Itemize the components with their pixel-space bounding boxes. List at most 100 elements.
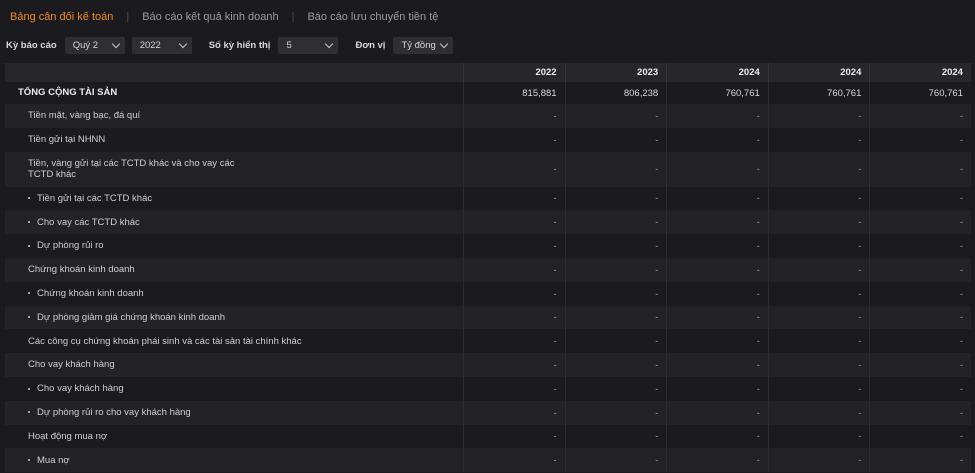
value-cell: - [463,400,565,425]
table-row: Dự phòng rủi ro - - - - - [5,234,971,258]
unit-value: Tỷ đồng [401,40,436,51]
row-label-text: Dự phòng giảm giá chứng khoán kinh doanh [37,311,226,323]
table-row: Cho vay khách hàng - - - - - [5,376,971,401]
value-cell: - [767,376,870,401]
table-row: Chứng khoán kinh doanh - - - - - [5,257,971,282]
value-cell: - [869,281,971,306]
table-row: Tiền mặt, vàng bạc, đá quí - - - - - [5,104,971,128]
value-cell: - [666,424,768,449]
value-cell: - [463,127,565,152]
year-header: 2022 [463,63,565,82]
table-row: Hoạt động mua nợ - - - - - [5,424,971,449]
value-cell: - [767,353,870,377]
period-count-select[interactable]: 5 [278,37,339,54]
value-cell: - [869,448,971,473]
chevron-down-icon [111,39,120,49]
bullet-icon [28,244,30,247]
value-cell: - [767,329,870,354]
value-cell: - [869,151,971,187]
row-label: Tiền gửi tại NHNN [28,133,106,145]
value-cell: - [869,424,971,449]
row-label: Mua nợ [5,455,463,467]
value-cell: - [869,329,971,354]
value-cell: - [463,281,565,306]
value-cell: - [564,305,667,330]
tab-separator: | [291,11,295,23]
value-cell: - [666,234,768,258]
value-cell: - [869,234,971,258]
value-cell: - [564,424,667,449]
value-cell: - [666,305,768,330]
value-cell: - [564,104,667,128]
table-row: Dự phòng rủi ro cho vay khách hàng - - -… [5,400,971,425]
tab-income-statement[interactable]: Báo cáo kết quả kinh doanh [142,11,278,23]
row-label: Tiền mặt, vàng bạc, đá quí [28,110,141,122]
value-cell: - [463,186,565,211]
table-row: Dự phòng giảm giá chứng khoán kinh doanh… [5,305,971,330]
value-cell: - [666,127,768,152]
unit-select[interactable]: Tỷ đồng [393,37,454,54]
table-row: Cho vay các TCTD khác - - - - - [5,210,971,235]
row-label-text: Mua nợ [37,454,70,466]
value-cell: - [666,329,768,354]
value-cell: - [869,257,971,282]
value-cell: - [463,329,565,354]
value-cell: - [869,376,971,401]
value-cell: - [869,400,971,425]
value-cell: - [463,151,565,187]
value-cell: - [666,151,768,187]
row-label: Chứng khoán kinh doanh [28,264,135,276]
value-cell: - [564,234,667,258]
value-cell: - [869,305,971,330]
balance-sheet-table: 2022 2023 2024 2024 2024 TỔNG CỘNG TÀI S… [5,63,971,473]
row-label: Tiền gửi tại các TCTD khác [5,193,463,205]
row-label: TỔNG CỘNG TÀI SẢN [18,87,118,99]
value-cell: - [564,329,667,354]
table-row: Tiền gửi tại các TCTD khác - - - - - [5,186,971,211]
table-row: Các công cụ chứng khoán phái sinh và các… [5,329,971,354]
row-label-text: Dự phòng rủi ro cho vay khách hàng [37,406,191,418]
bullet-icon [28,387,30,390]
value-cell: - [869,210,971,235]
quarter-select[interactable]: Quý 2 [64,37,125,54]
row-label-line: Tiền, vàng gửi tại các TCTD khác và cho … [28,157,235,169]
year-header: 2024 [869,63,971,82]
report-tabs: Bảng cân đối kế toán | Báo cáo kết quả k… [10,9,438,25]
value-cell: - [767,127,870,152]
value-cell: - [564,353,667,377]
row-label: Dự phòng rủi ro [5,240,463,252]
quarter-value: Quý 2 [72,40,99,51]
year-header: 2024 [767,63,870,82]
row-label: Cho vay khách hàng [28,359,115,371]
row-label: Cho vay khách hàng [5,383,463,395]
row-label: Dự phòng rủi ro cho vay khách hàng [5,407,463,419]
year-select[interactable]: 2022 [131,37,192,54]
value-cell: - [463,257,565,282]
value-cell: - [767,104,870,128]
value-cell: 806,238 [564,82,667,104]
value-cell: - [767,305,870,330]
row-label: Các công cụ chứng khoán phái sinh và các… [28,335,302,347]
table-row: Cho vay khách hàng - - - - - [5,353,971,377]
value-cell: - [666,210,768,235]
value-cell: - [463,234,565,258]
row-label: Cho vay các TCTD khác [5,217,463,229]
row-label-text: Dự phòng rủi ro [37,240,104,252]
table-row: Chứng khoán kinh doanh - - - - - [5,281,971,306]
value-cell: - [666,257,768,282]
bullet-icon [28,221,30,224]
value-cell: - [463,305,565,330]
value-cell: - [666,400,768,425]
value-cell: - [564,151,667,187]
value-cell: - [666,186,768,211]
value-cell: - [666,448,768,473]
row-label-text: Tiền gửi tại các TCTD khác [37,192,153,204]
value-cell: - [767,257,870,282]
bullet-icon [28,292,30,295]
unit-label: Đơn vị [355,40,386,51]
value-cell: 760,761 [869,82,971,104]
year-value: 2022 [139,40,161,51]
tab-balance-sheet[interactable]: Bảng cân đối kế toán [10,11,113,23]
value-cell: - [463,210,565,235]
tab-cash-flow[interactable]: Báo cáo lưu chuyển tiền tệ [307,11,438,23]
